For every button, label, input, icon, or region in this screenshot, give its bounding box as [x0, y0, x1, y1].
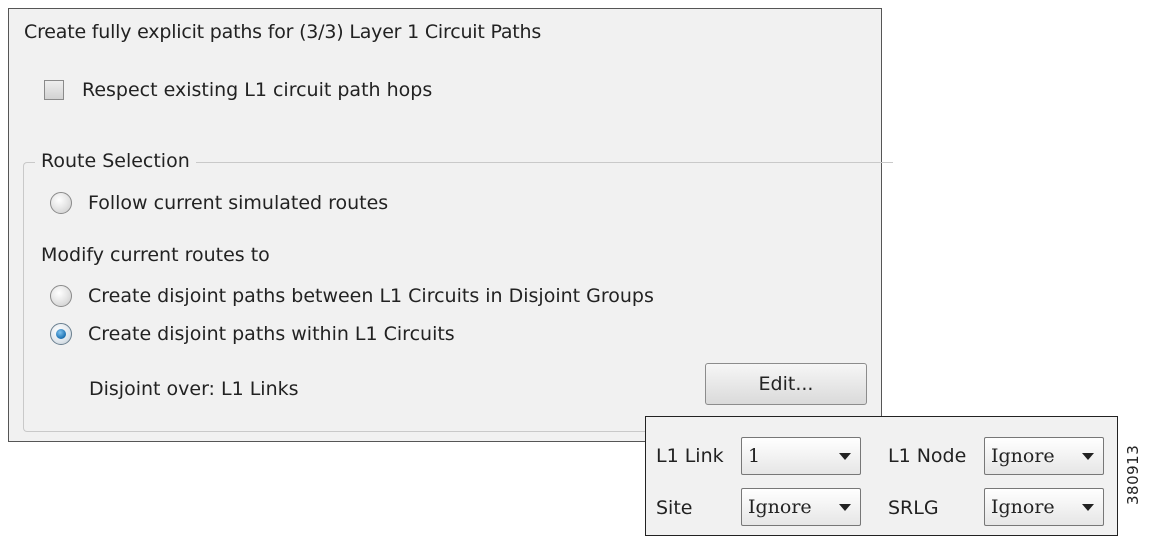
l1-node-label: L1 Node	[888, 445, 967, 467]
disjoint-over-text: Disjoint over: L1 Links	[89, 378, 299, 400]
disjoint-groups-radio[interactable]	[50, 285, 72, 307]
dialog-title: Create fully explicit paths for (3/3) La…	[24, 21, 542, 43]
chevron-down-icon	[1082, 453, 1094, 460]
modify-routes-label: Modify current routes to	[41, 244, 270, 266]
chevron-down-icon	[839, 504, 851, 511]
figure-number: 380913	[1124, 444, 1142, 505]
route-selection-legend: Route Selection	[35, 150, 196, 172]
disjoint-groups-option[interactable]: Create disjoint paths between L1 Circuit…	[50, 285, 654, 307]
l1-link-value: 1	[748, 445, 761, 467]
disjoint-options-panel: L1 Link 1 L1 Node Ignore Site Ignore SRL…	[645, 416, 1118, 536]
srlg-label: SRLG	[888, 497, 939, 519]
disjoint-groups-label: Create disjoint paths between L1 Circuit…	[88, 285, 654, 307]
site-value: Ignore	[748, 496, 812, 518]
edit-button[interactable]: Edit...	[705, 363, 867, 405]
disjoint-within-option[interactable]: Create disjoint paths within L1 Circuits	[50, 323, 455, 345]
respect-hops-option[interactable]: Respect existing L1 circuit path hops	[44, 79, 432, 101]
l1-node-select[interactable]: Ignore	[984, 437, 1104, 475]
site-label: Site	[656, 497, 693, 519]
chevron-down-icon	[1082, 504, 1094, 511]
follow-routes-option[interactable]: Follow current simulated routes	[50, 192, 388, 214]
l1-link-select[interactable]: 1	[741, 437, 861, 475]
l1-link-label: L1 Link	[656, 445, 724, 467]
site-select[interactable]: Ignore	[741, 488, 861, 526]
disjoint-within-label: Create disjoint paths within L1 Circuits	[88, 323, 455, 345]
srlg-value: Ignore	[991, 496, 1055, 518]
respect-hops-label: Respect existing L1 circuit path hops	[82, 79, 433, 101]
srlg-select[interactable]: Ignore	[984, 488, 1104, 526]
follow-routes-radio[interactable]	[50, 192, 72, 214]
chevron-down-icon	[839, 453, 851, 460]
disjoint-within-radio[interactable]	[50, 323, 72, 345]
l1-node-value: Ignore	[991, 445, 1055, 467]
follow-routes-label: Follow current simulated routes	[88, 192, 389, 214]
respect-hops-checkbox[interactable]	[44, 80, 64, 100]
